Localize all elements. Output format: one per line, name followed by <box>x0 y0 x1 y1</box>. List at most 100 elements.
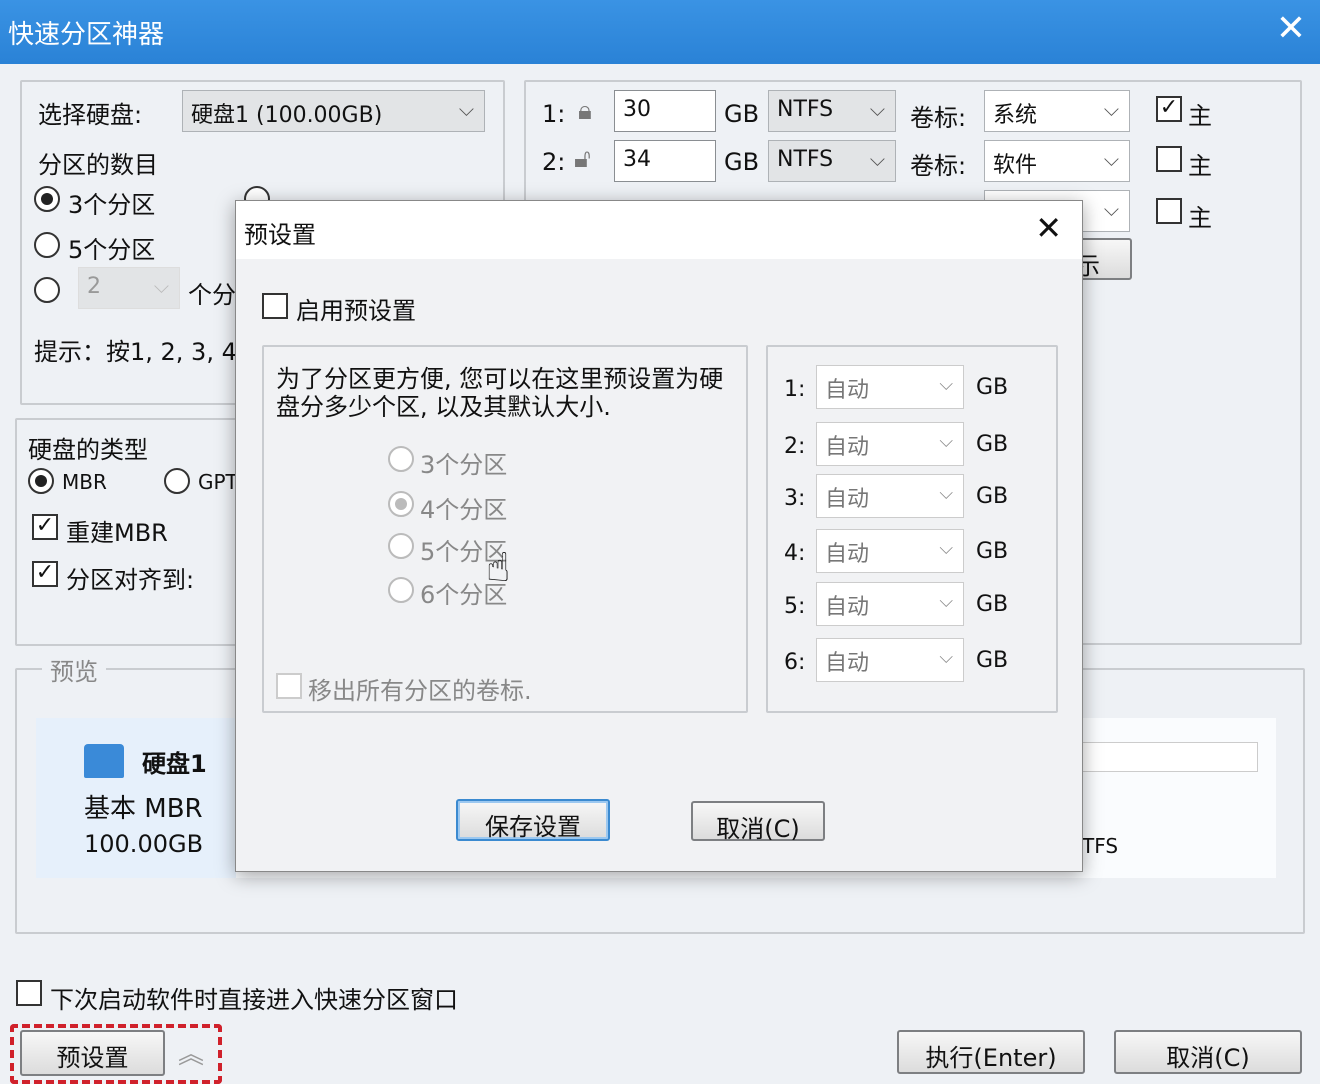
disk-select-value: 硬盘1 (100.00GB) <box>191 103 383 128</box>
radio[interactable] <box>388 491 414 517</box>
radio-3-partitions[interactable] <box>34 186 60 212</box>
align-checkbox[interactable]: ✓ <box>32 561 58 587</box>
disk-size: 100.00GB <box>84 830 204 858</box>
size-unit: GB <box>976 432 1009 457</box>
disk-select-label: 选择硬盘: <box>38 101 143 129</box>
size-value: 自动 <box>825 378 870 403</box>
primary-label: 主 <box>1188 152 1212 180</box>
size-index: 1: <box>784 377 806 402</box>
preview-legend: 预览 <box>42 652 106 687</box>
radio[interactable] <box>388 446 414 472</box>
size-value: 自动 <box>825 542 870 567</box>
gpt-label: GPT <box>198 470 238 494</box>
primary-checkbox[interactable] <box>1156 146 1182 172</box>
dialog-title: 预设置 <box>244 221 316 249</box>
remove-labels-label: 移出所有分区的卷标. <box>308 677 532 705</box>
preset-button[interactable]: 预设置 <box>20 1030 165 1076</box>
volume-label-select[interactable]: 软件 ⌵ <box>984 140 1130 182</box>
remove-labels-checkbox[interactable] <box>276 673 302 699</box>
window-title: 快速分区神器 <box>8 20 165 50</box>
filesystem-select[interactable]: NTFS ⌵ <box>768 140 896 182</box>
chevron-down-icon: ⌵ <box>1103 197 1119 221</box>
cancel-button[interactable]: 取消(C) <box>1114 1030 1302 1074</box>
mbr-label: MBR <box>62 470 107 494</box>
auto-enter-checkbox[interactable] <box>16 980 42 1006</box>
radio-3-label: 3个分区 <box>68 191 156 219</box>
dialog-cancel-button[interactable]: 取消(C) <box>691 801 825 843</box>
volume-value: 软件 <box>993 153 1038 178</box>
size-unit: GB <box>976 592 1009 617</box>
disk-select[interactable]: 硬盘1 (100.00GB) ⌵ <box>182 90 485 132</box>
partition-index: 1: <box>542 100 566 128</box>
radio-custom[interactable] <box>34 277 60 303</box>
size-unit: GB <box>976 484 1009 509</box>
size-select[interactable]: 自动 ⌵ <box>816 638 964 682</box>
hint-text: 提示：按1, 2, 3, 4 <box>34 338 237 366</box>
title-bar: 快速分区神器 ✕ <box>0 0 1320 64</box>
volume-label-text: 卷标: <box>910 152 967 180</box>
chevron-down-icon: ⌵ <box>939 431 953 452</box>
size-value: 自动 <box>825 651 870 676</box>
disk-type-label: 硬盘的类型 <box>28 436 148 464</box>
size-select[interactable]: 自动 ⌵ <box>816 582 964 626</box>
hand-cursor-icon: ☝ <box>486 545 511 591</box>
unit: GB <box>724 148 760 176</box>
align-label: 分区对齐到: <box>66 566 195 594</box>
size-select[interactable]: 自动 ⌵ <box>816 474 964 518</box>
custom-suffix: 个分 <box>188 281 236 309</box>
disk-icon <box>84 744 124 778</box>
lock-icon[interactable]: 🔒︎ <box>578 96 592 127</box>
double-chevron-up-icon[interactable]: ︽ <box>178 1034 204 1071</box>
volume-label-select[interactable]: 系统 ⌵ <box>984 90 1130 132</box>
size-value: 自动 <box>825 435 870 460</box>
fs-value: NTFS <box>777 97 834 122</box>
radio-5-partitions[interactable] <box>34 232 60 258</box>
primary-checkbox[interactable]: ✓ <box>1156 96 1182 122</box>
partition-count-label: 分区的数目 <box>38 151 158 179</box>
auto-enter-label: 下次启动软件时直接进入快速分区窗口 <box>50 986 458 1014</box>
chevron-down-icon: ⌵ <box>458 97 474 121</box>
radio-label: 4个分区 <box>420 496 508 524</box>
primary-checkbox[interactable] <box>1156 198 1182 224</box>
custom-count-value: 2 <box>87 274 101 299</box>
size-select[interactable]: 自动 ⌵ <box>816 365 964 409</box>
size-select[interactable]: 自动 ⌵ <box>816 422 964 466</box>
close-icon[interactable]: ✕ <box>1276 8 1306 49</box>
disk-type: 基本 MBR <box>84 794 203 824</box>
chevron-down-icon: ⌵ <box>869 147 885 171</box>
chevron-down-icon: ⌵ <box>939 647 953 668</box>
radio-label: 3个分区 <box>420 451 508 479</box>
enable-preset-checkbox[interactable] <box>262 293 288 319</box>
size-unit: GB <box>976 539 1009 564</box>
chevron-down-icon: ⌵ <box>939 374 953 395</box>
unit: GB <box>724 100 760 128</box>
volume-label-text: 卷标: <box>910 104 967 132</box>
volume-value: 系统 <box>993 103 1038 128</box>
preset-description: 为了分区更方便, 您可以在这里预设置为硬盘分多少个区, 以及其默认大小. <box>276 365 724 421</box>
radio-gpt[interactable] <box>164 468 190 494</box>
radio[interactable] <box>388 577 414 603</box>
partition-fs: TFS <box>1082 834 1119 858</box>
execute-button[interactable]: 执行(Enter) <box>897 1030 1085 1074</box>
save-settings-button[interactable]: 保存设置 <box>456 799 610 841</box>
custom-count-select[interactable]: 2 ⌵ <box>78 267 180 309</box>
rebuild-mbr-label: 重建MBR <box>66 519 168 547</box>
chevron-down-icon: ⌵ <box>1103 147 1119 171</box>
unlock-icon[interactable]: 🔓︎ <box>574 144 591 175</box>
close-icon[interactable]: ✕ <box>1035 209 1062 247</box>
radio[interactable] <box>388 533 414 559</box>
chevron-down-icon: ⌵ <box>869 97 885 121</box>
chevron-down-icon: ⌵ <box>153 274 169 298</box>
partition-size-input[interactable]: 34 <box>614 140 716 182</box>
size-unit: GB <box>976 648 1009 673</box>
size-select[interactable]: 自动 ⌵ <box>816 529 964 573</box>
size-index: 2: <box>784 434 806 459</box>
filesystem-select[interactable]: NTFS ⌵ <box>768 90 896 132</box>
partition-size-input[interactable]: 30 <box>614 90 716 132</box>
enable-preset-label: 启用预设置 <box>296 297 416 325</box>
chevron-down-icon: ⌵ <box>939 538 953 559</box>
radio-mbr[interactable] <box>28 468 54 494</box>
size-index: 5: <box>784 594 806 619</box>
radio-5-label: 5个分区 <box>68 236 156 264</box>
rebuild-mbr-checkbox[interactable]: ✓ <box>32 514 58 540</box>
